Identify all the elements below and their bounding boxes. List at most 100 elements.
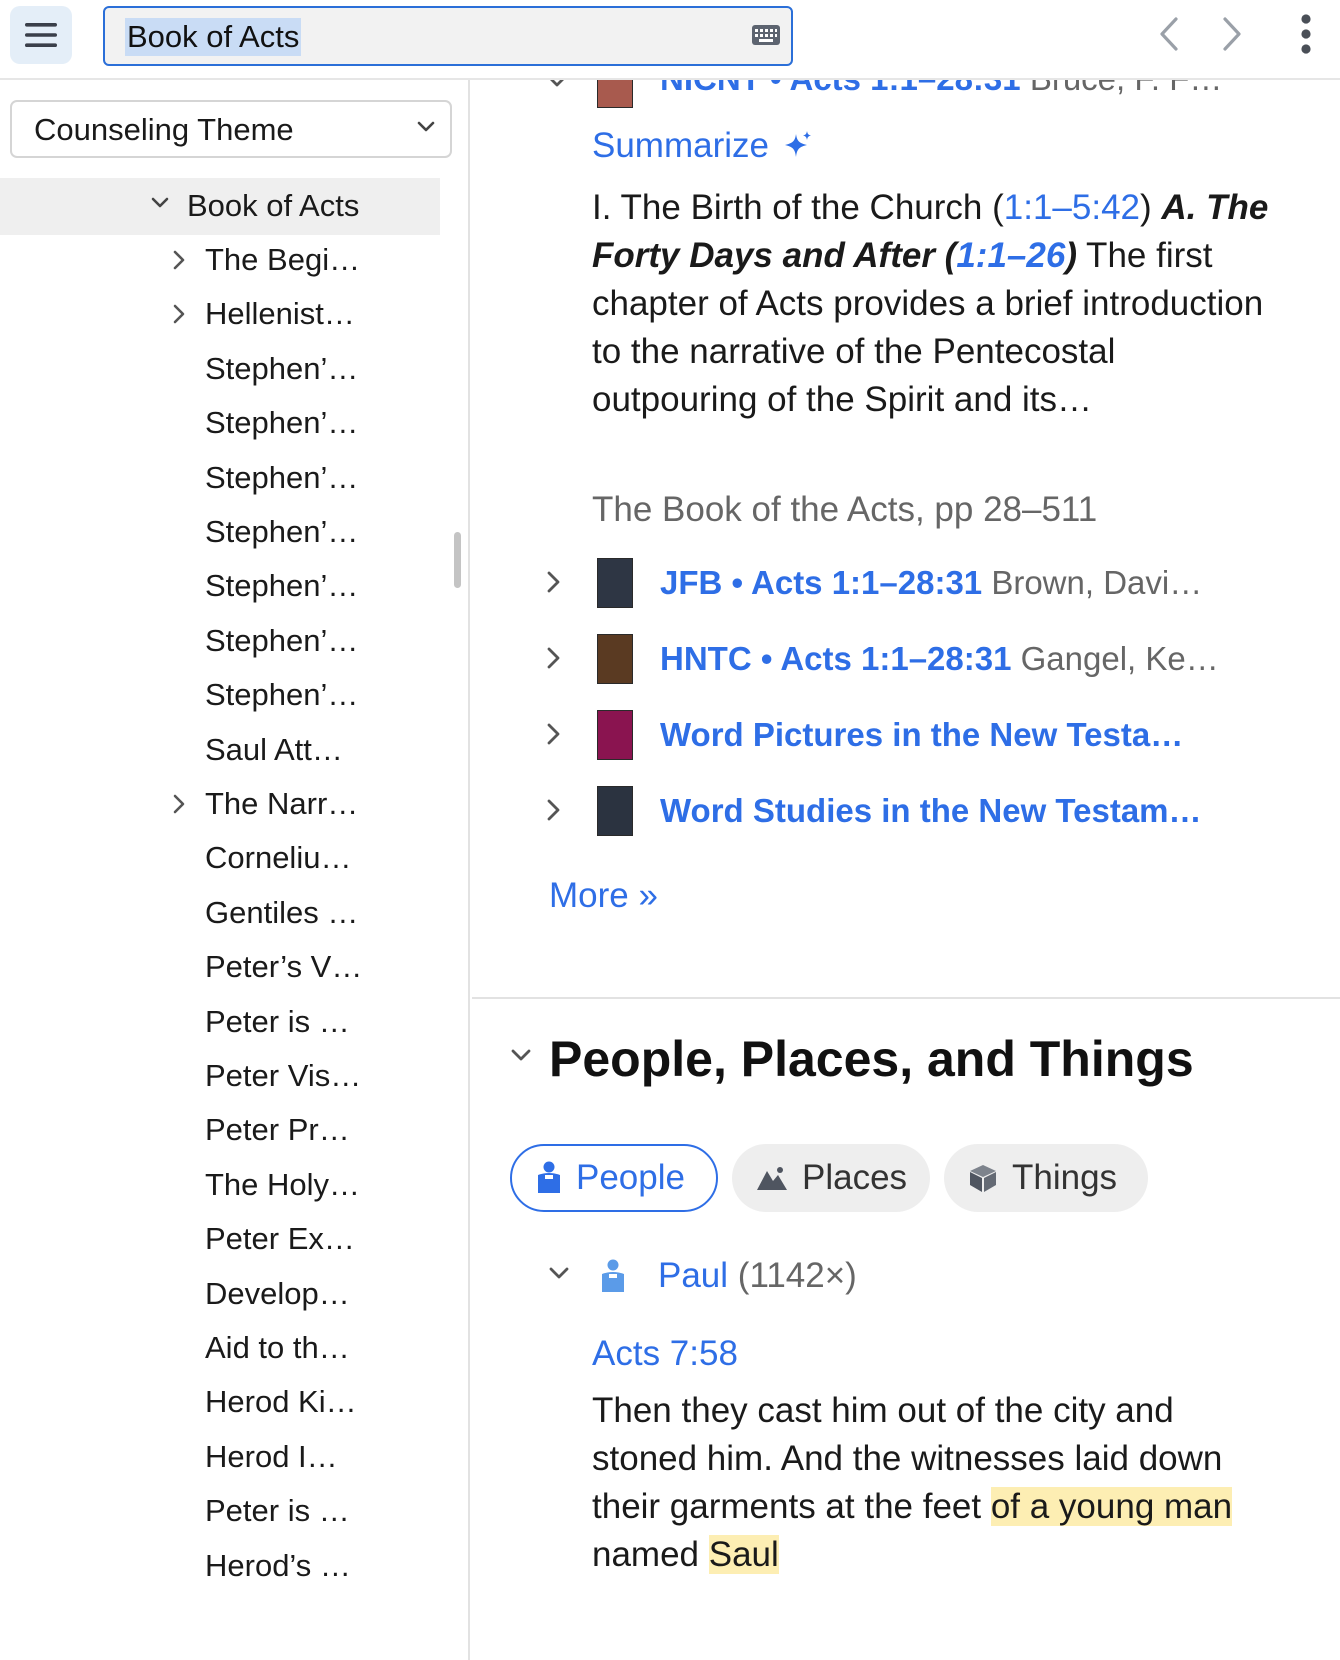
verse-link[interactable]: 1:1–5:42 [1004,188,1140,227]
chevron-right-icon[interactable] [546,646,562,670]
resource-title[interactable]: Word Pictures in the New Testa… [660,714,1183,756]
search-box[interactable]: Book of Acts [103,6,793,66]
sidebar-item[interactable]: The Narr… [172,780,468,830]
resource-abbr[interactable]: NICNT • Acts 1:1–28:31 [660,80,1021,97]
tab-things[interactable]: Things [944,1144,1148,1212]
chevron-right-icon[interactable] [172,249,186,271]
chevron-down-icon[interactable] [548,1266,570,1282]
chevron-down-icon[interactable] [150,196,170,210]
book-cover-image [597,786,633,836]
sidebar-item-label: Hellenist… [205,296,355,332]
resource-title[interactable]: HNTC • Acts 1:1–28:31 Gangel, Ke… [660,638,1219,680]
resource-author: Bruce, F. F… [1030,80,1223,97]
summary-text: I. The Birth of the Church (1:1–5:42) A.… [592,184,1272,424]
person-icon [602,1259,624,1292]
sidebar-item[interactable]: The Begi… [172,236,468,286]
sidebar-item[interactable]: Corneliu… [172,834,468,884]
resource-title[interactable]: Word Studies in the New Testam… [660,790,1202,832]
tree-root-book-of-acts[interactable]: Book of Acts [0,178,440,235]
sparkle-icon [784,131,811,157]
sidebar-item[interactable]: Herod Ki… [172,1378,468,1428]
resource-abbr[interactable]: HNTC • Acts 1:1–28:31 [660,640,1011,677]
sidebar-item-label: The Narr… [205,786,359,821]
person-name[interactable]: Paul [658,1256,728,1295]
sidebar-item[interactable]: Peter Ex… [172,1215,468,1265]
sidebar-item[interactable]: Stephen’… [172,508,468,558]
sidebar-item[interactable]: Stephen’… [172,562,468,612]
sidebar-scrollbar[interactable] [454,532,461,588]
sidebar-item[interactable]: Stephen’… [172,671,468,721]
resource-abbr[interactable]: Word Pictures in the New Testa… [660,716,1183,753]
verse-link[interactable]: 1:1–26 [956,236,1065,275]
search-input[interactable]: Book of Acts [125,18,302,56]
sidebar-item-label: Peter Pr… [205,1112,350,1148]
sidebar-item-label: Stephen’… [205,514,359,549]
cube-icon [970,1165,996,1192]
tab-people[interactable]: People [510,1144,718,1212]
book-cover-image [597,80,633,108]
sidebar-item[interactable]: Peter is … [172,998,468,1048]
chevron-right-icon[interactable] [1221,16,1243,52]
chevron-right-icon[interactable] [546,798,562,822]
sidebar-item[interactable]: Stephen’… [172,454,468,504]
sidebar-item[interactable]: Hellenist… [172,290,468,340]
summarize-label: Summarize [592,126,769,165]
sidebar-item-label: Develop… [205,1275,350,1311]
sidebar-item[interactable]: Develop… [172,1270,468,1320]
sidebar-item[interactable]: Peter Vis… [172,1052,468,1102]
tab-label: Places [802,1158,908,1197]
book-cover-image [597,634,633,684]
summarize-button[interactable]: Summarize [592,124,813,168]
more-vertical-icon[interactable] [1300,12,1312,56]
tab-places[interactable]: Places [732,1144,930,1212]
source-citation[interactable]: The Book of the Acts, pp 28–511 [592,488,1097,532]
sidebar: Counseling Theme Book of Acts The Begi… H… [0,80,470,1660]
sidebar-item-label: Saul Att… [205,731,343,767]
chevron-right-icon[interactable] [172,303,186,325]
sidebar-item-label: Stephen’… [205,405,359,441]
sidebar-item-label: Stephen’… [205,568,359,604]
resource-title[interactable]: JFB • Acts 1:1–28:31 Brown, Davi… [660,562,1202,604]
sidebar-item[interactable]: Saul Att… [172,726,468,776]
summary-text-part: I. The Birth of the Church ( [592,188,1004,227]
sidebar-item[interactable]: The Holy… [172,1161,468,1211]
chevron-right-icon[interactable] [546,570,562,594]
chevron-right-icon[interactable] [546,722,562,746]
verse-reference-link[interactable]: Acts 7:58 [592,1332,738,1376]
sidebar-item[interactable]: Stephen’… [172,399,468,449]
person-count: (1142×) [737,1256,857,1295]
chevron-down-icon[interactable] [510,1048,532,1064]
verse-text: Then they cast him out of the city and s… [592,1387,1272,1579]
sidebar-item[interactable]: Peter’s V… [172,943,468,993]
book-cover-image [597,558,633,608]
chevron-right-icon[interactable] [172,793,186,815]
chevron-left-icon[interactable] [1158,16,1180,52]
chevron-down-icon[interactable] [546,80,568,90]
sidebar-item-label: Peter Ex… [205,1221,355,1257]
sidebar-item[interactable]: Aid to th… [172,1324,468,1374]
keyboard-icon[interactable] [751,24,781,46]
theme-select[interactable]: Counseling Theme [10,100,452,158]
sidebar-item-label: Peter’s V… [205,949,363,985]
person-entry-paul[interactable]: Paul (1142×) [658,1254,857,1298]
sidebar-item[interactable]: Stephen’… [172,345,468,395]
section-heading-ppt: People, Places, and Things [549,1031,1194,1087]
resource-abbr[interactable]: JFB • Acts 1:1–28:31 [660,564,982,601]
sidebar-item-label: Herod I… [205,1438,338,1474]
tab-label: Things [1012,1158,1118,1197]
sidebar-item-label: Herod Ki… [205,1384,357,1420]
sidebar-item[interactable]: Stephen’… [172,617,468,667]
sidebar-item[interactable]: Peter is … [172,1487,468,1537]
sidebar-item[interactable]: Peter Pr… [172,1106,468,1156]
summary-text-part: ) [1140,188,1162,227]
sidebar-item[interactable]: Herod I… [172,1433,468,1483]
sidebar-item[interactable]: Herod’s … [172,1542,468,1592]
menu-button[interactable] [10,6,72,64]
resource-title-nicnt[interactable]: NICNT • Acts 1:1–28:31 Bruce, F. F… [660,80,1222,100]
sidebar-item[interactable]: Gentiles … [172,889,468,939]
more-link[interactable]: More » [549,874,658,918]
sidebar-item-label: Aid to th… [205,1330,350,1365]
theme-select-label: Counseling Theme [34,112,294,147]
resource-abbr[interactable]: Word Studies in the New Testam… [660,792,1202,829]
hamburger-icon [25,23,57,47]
